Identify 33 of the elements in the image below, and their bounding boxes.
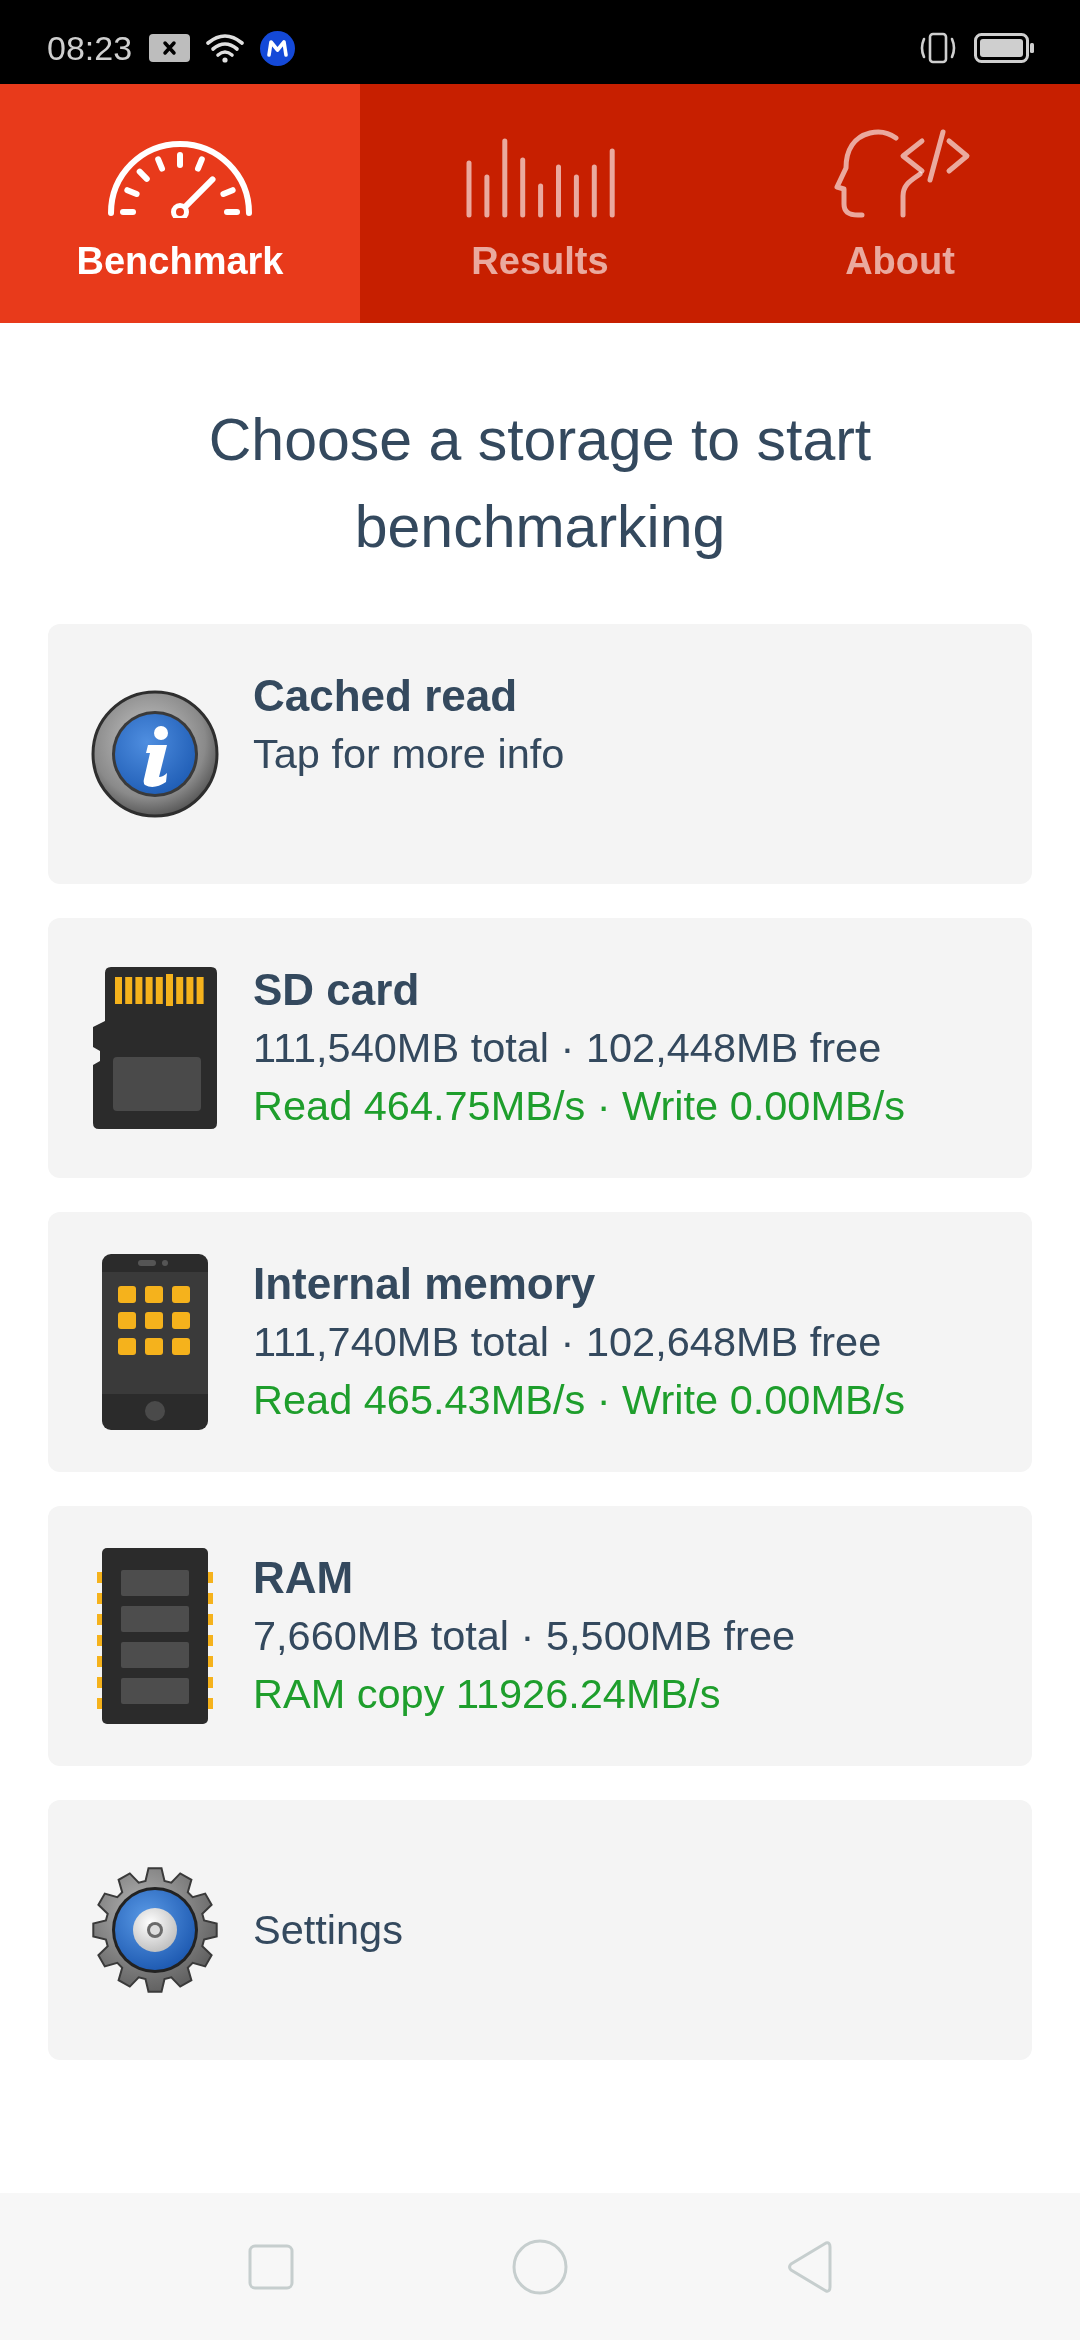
bar-chart-icon	[464, 138, 616, 218]
settings-card[interactable]: Settings	[48, 1800, 1032, 2060]
tab[interactable]: Benchmark	[0, 84, 360, 323]
card-detail: 111,540MB total · 102,448MB free	[253, 1023, 883, 1073]
badge-icon	[260, 30, 296, 66]
card-detail: 7,660MB total · 5,500MB free	[253, 1611, 796, 1661]
memory-chip-icon	[97, 1548, 213, 1724]
phone-icon	[102, 1254, 208, 1430]
recents-icon[interactable]	[248, 2243, 294, 2290]
back-icon[interactable]	[786, 2239, 832, 2294]
card-title: Internal memory	[253, 1258, 597, 1310]
gear-icon	[90, 1865, 220, 1995]
speed-text: RAM copy 11926.24MB/s	[253, 1669, 722, 1719]
storage-card[interactable]: Cached read Tap for more info	[48, 624, 1032, 884]
card-title: RAM	[253, 1552, 355, 1604]
info-icon	[90, 689, 220, 819]
settings-label: Settings	[253, 1905, 403, 1955]
speed-text: Read 464.75MB/s · Write 0.00MB/s	[253, 1081, 905, 1131]
sd-card-icon	[93, 967, 217, 1129]
card-title: Cached read	[253, 670, 519, 722]
storage-card[interactable]: RAM 7,660MB total · 5,500MB free RAM copy 11926.24MB/s	[48, 1506, 1032, 1766]
storage-card[interactable]: Internal memory 111,740MB total · 102,648MB free Read 465.43MB/s · Write 0.00MB/s	[48, 1212, 1032, 1472]
card-title: SD card	[253, 964, 421, 1016]
battery-icon	[974, 33, 1034, 63]
card-detail: 111,740MB total · 102,648MB free	[253, 1317, 883, 1367]
speed-text: Read 465.43MB/s · Write 0.00MB/s	[253, 1375, 905, 1425]
x-box-icon	[149, 34, 191, 62]
card-detail: Tap for more info	[253, 729, 565, 779]
wifi-icon	[205, 32, 246, 64]
storage-card[interactable]: SD card 111,540MB total · 102,448MB free Read 464.75MB/s · Write 0.00MB/s	[48, 918, 1032, 1178]
home-icon[interactable]	[512, 2238, 568, 2295]
status-time: 08:23	[47, 28, 133, 68]
page-heading: Choose a storage to start benchmarking	[207, 406, 873, 562]
